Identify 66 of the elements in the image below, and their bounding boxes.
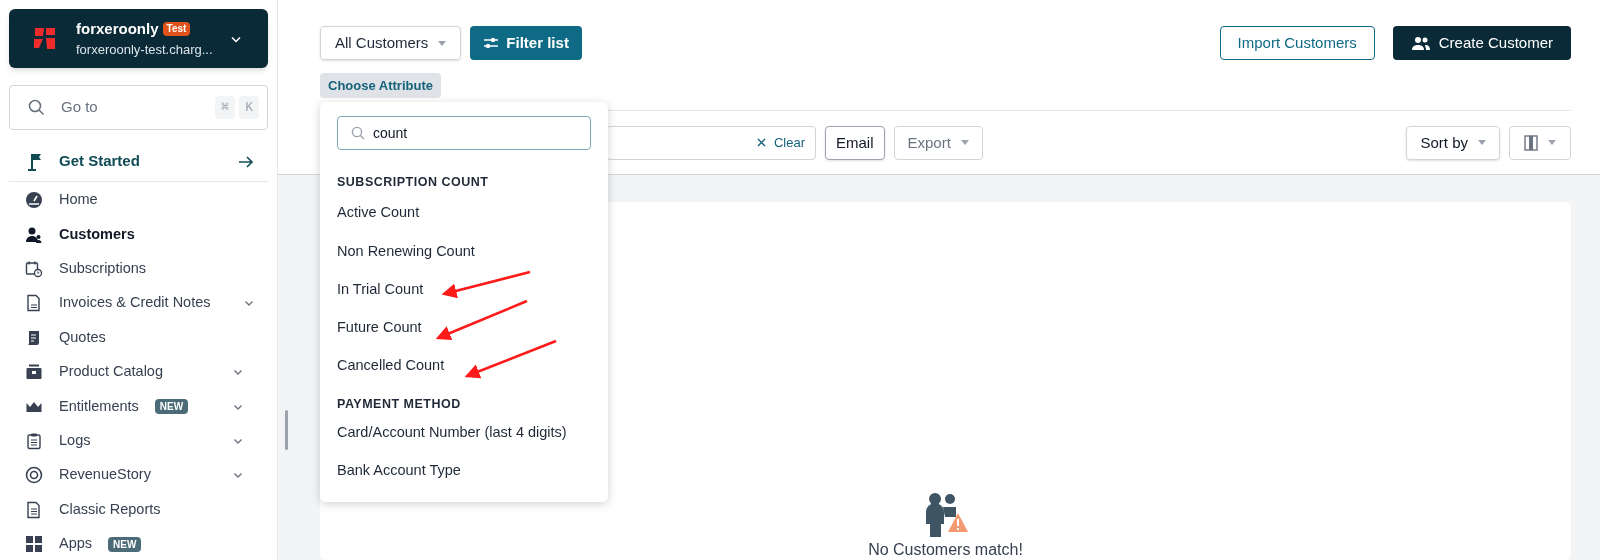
invoice-icon [25,294,43,313]
attribute-option[interactable]: Cancelled Count [337,347,591,386]
box-icon [25,363,43,382]
attribute-option[interactable]: Active Count [337,194,591,233]
users-icon [25,225,43,244]
search-icon [351,126,365,140]
new-badge: NEW [108,536,142,552]
search-icon [28,99,45,116]
grid-icon [25,535,43,554]
account-switcher[interactable]: forxeroonly Test forxeroonly-test.charg... [9,9,268,68]
logo-icon [31,25,58,52]
export-button[interactable]: Export [893,125,983,160]
nav-item[interactable]: Home [9,183,268,218]
choose-attribute-chip[interactable]: Choose Attribute [320,73,441,99]
report-icon [25,500,43,519]
caret-icon [1478,140,1486,146]
nav-item[interactable]: Entitlements NEW [9,389,268,424]
nav-item[interactable]: Quotes [9,320,268,355]
sliders-icon [483,36,500,50]
close-icon [756,138,766,148]
calendar-clock-icon [25,259,43,278]
test-badge: Test [162,21,191,36]
nav-item[interactable]: Subscriptions [9,251,268,287]
nav-item[interactable]: Classic Reports [9,492,268,527]
columns-button[interactable] [1509,125,1571,160]
filter-button[interactable]: Filter list [470,26,582,60]
get-started-link[interactable]: Get Started [9,142,268,182]
import-button[interactable]: Import Customers [1219,26,1375,60]
attribute-search-field[interactable]: count [337,116,591,150]
attribute-search-input[interactable]: count [373,122,577,144]
group-heading: SUBSCRIPTION COUNT [337,174,490,192]
attribute-option[interactable]: Bank Account Type [337,451,591,491]
attribute-option[interactable]: In Trial Count [337,270,591,309]
gauge-icon [25,191,43,210]
nav-item[interactable]: Logs [9,423,268,459]
email-button[interactable]: Email [825,125,885,160]
account-domain: forxeroonly-test.charg... [76,41,212,59]
create-customer-button[interactable]: Create Customer [1392,26,1571,60]
columns-icon [1524,134,1538,151]
caret-icon [1548,140,1556,146]
account-name: forxeroonly [76,18,159,39]
empty-message: No Customers match! [868,540,1023,559]
new-badge: NEW [154,399,189,415]
attribute-option[interactable]: Future Count [337,308,591,348]
users-icon [1410,36,1431,50]
caret-icon [960,140,969,146]
clear-button[interactable]: Clear [756,133,805,153]
nav-item[interactable]: Product Catalog [9,354,268,390]
target-icon [25,466,43,485]
shortcut-key: K [239,95,259,120]
nav-item[interactable]: Customers [9,217,268,252]
nav-item[interactable]: Apps NEW [9,526,268,560]
empty-customers-icon [923,492,968,538]
caret-icon [438,40,447,46]
nav-item[interactable]: RevenueStory [9,458,268,493]
goto-input[interactable]: Go to [61,96,212,119]
attribute-option[interactable]: Card/Account Number (last 4 digits) [337,413,591,452]
group-heading: PAYMENT METHOD [337,395,462,413]
shortcut-key: ⌘ [215,95,236,120]
clipboard-icon [25,431,43,450]
flag-icon [27,151,43,172]
attribute-option[interactable]: Non Renewing Count [337,232,591,271]
view-select[interactable]: All Customers [320,26,462,60]
arrow-right-icon [238,154,254,169]
sort-button[interactable]: Sort by [1406,125,1500,160]
nav-item[interactable]: Invoices & Credit Notes [9,286,268,321]
